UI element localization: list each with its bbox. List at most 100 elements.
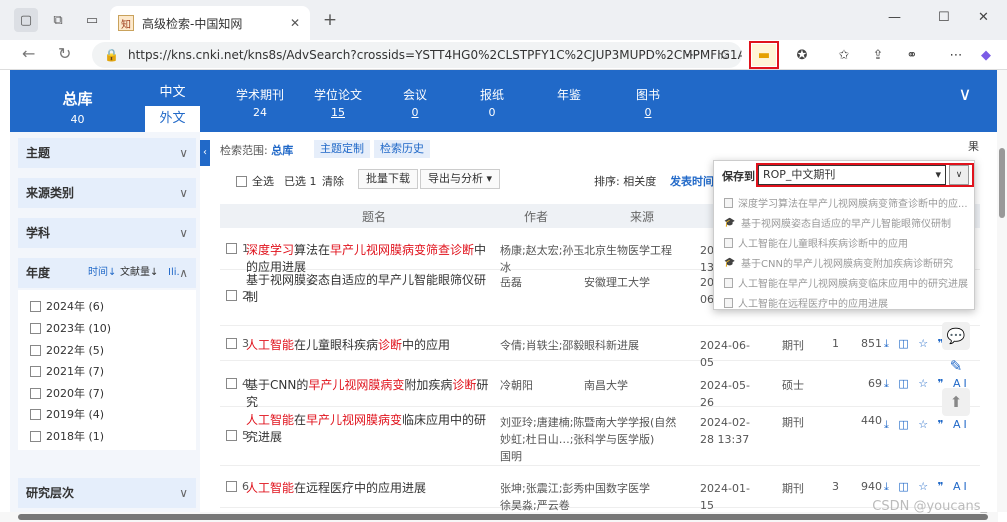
saved-item[interactable]: 人工智能在早产儿视网膜病变临床应用中的研究进展 (724, 275, 968, 290)
back-icon[interactable]: ← (22, 44, 35, 63)
table-row[interactable]: 6 人工智能在远程医疗中的应用进展 张坤;张震江;彭秀;徐昊淼;严云卷 中国数字医学 2… (220, 468, 980, 512)
paper-title-link[interactable]: 基于视网膜姿态自适应的早产儿智能眼筛仪研制 (246, 272, 496, 306)
saved-item[interactable]: 人工智能在远程医疗中的应用进展 (724, 295, 888, 310)
checkbox[interactable] (226, 243, 237, 254)
paper-title-link[interactable]: 人工智能在儿童眼科疾病诊断中的应用 (246, 337, 496, 354)
browser-tab[interactable]: 知 高级检索-中国知网 ✕ (110, 6, 310, 40)
extensions-icon[interactable]: ✪ (790, 44, 814, 66)
checkbox[interactable] (30, 365, 41, 377)
checkbox[interactable] (226, 290, 237, 301)
share-icon[interactable]: ⇪ (866, 44, 890, 66)
checkbox[interactable] (226, 430, 237, 441)
chart-icon[interactable]: Ili. (168, 258, 180, 288)
tab-books[interactable]: 图书 0 (613, 86, 683, 119)
paper-title-link[interactable]: 人工智能在远程医疗中的应用进展 (246, 480, 496, 497)
workspaces-icon[interactable]: ⧉ (46, 8, 70, 32)
profile-link-icon[interactable]: ⚭ (900, 44, 924, 66)
url-bar[interactable]: 🔒 https://kns.cnki.net/kns8s/AdvSearch?c… (92, 42, 742, 68)
tab-actions-icon[interactable]: ▭ (80, 8, 104, 32)
minimize-icon[interactable]: — (888, 10, 901, 25)
checkbox[interactable] (30, 300, 41, 312)
table-row[interactable]: 4 基于CNN的早产儿视网膜病变附加疾病诊断研究 冷朝阳 南昌大学 2024-05-26… (220, 363, 980, 409)
authors[interactable]: 冷朝阳 (500, 377, 590, 394)
saved-item[interactable]: 深度学习算法在早产儿视网膜病变筛查诊断中的应... (724, 195, 968, 210)
checkbox[interactable] (226, 378, 237, 389)
filter-subject[interactable]: 学科 ∨ (18, 218, 196, 248)
edit-pen-icon[interactable]: ✎ (942, 352, 970, 380)
more-tools-icon[interactable]: ⋯ (944, 44, 968, 66)
authors[interactable]: 刘亚玲;唐建楠;陈妙虹;杜日山…;张国明 (500, 414, 590, 465)
batch-download-button[interactable]: 批量下载 (358, 169, 418, 189)
year-option[interactable]: 2021年 (7) (30, 363, 104, 379)
feedback-icon[interactable]: 💬 (942, 322, 970, 350)
close-tab-icon[interactable]: ✕ (290, 16, 300, 30)
new-tab-button[interactable]: + (318, 8, 342, 32)
year-option[interactable]: 2020年 (7) (30, 385, 104, 401)
favorites-icon[interactable]: ✩ (832, 44, 856, 66)
year-option[interactable]: 2022年 (5) (30, 342, 104, 358)
checkbox[interactable] (30, 387, 41, 399)
vertical-scrollbar[interactable] (997, 70, 1007, 512)
expand-tabs-chevron-icon[interactable]: ∨ (950, 84, 980, 105)
table-row[interactable]: 3 人工智能在儿童眼科疾病诊断中的应用 令倩;肖轶尘;邵毅 眼科新进展 2024-06-… (220, 328, 980, 369)
copilot-icon[interactable]: ◆ (974, 44, 998, 66)
search-history-button[interactable]: 检索历史 (374, 140, 430, 158)
lang-chinese[interactable]: 中文 (145, 80, 200, 106)
year-sort-count[interactable]: 文献量↓ (120, 258, 158, 288)
download-count[interactable]: 851 (852, 337, 882, 350)
cite-count[interactable]: 1 (832, 337, 839, 350)
topic-custom-button[interactable]: 主题定制 (314, 140, 370, 158)
sort-by-date[interactable]: 发表时间 (670, 173, 714, 189)
back-to-top-icon[interactable]: ⬆ (942, 388, 970, 416)
chevron-up-icon[interactable]: ∧ (179, 258, 188, 288)
source-link[interactable]: 暨南大学学报(自然科学与医学版) (584, 414, 684, 448)
tab-newspaper[interactable]: 报纸 0 (457, 86, 527, 119)
table-row[interactable]: 5 人工智能在早产儿视网膜病变临床应用中的研究进展 刘亚玲;唐建楠;陈妙虹;杜日山…… (220, 408, 980, 466)
tab-theses[interactable]: 学位论文 15 (303, 86, 373, 119)
horizontal-scrollbar[interactable] (0, 512, 998, 522)
more-icon[interactable]: ⋯ (680, 44, 704, 66)
checkbox[interactable] (30, 344, 41, 356)
saved-item[interactable]: 人工智能在儿童眼科疾病诊断中的应用 (724, 235, 908, 250)
tab-journals[interactable]: 学术期刊 24 (225, 86, 295, 119)
tab-yearbook[interactable]: 年鉴 (534, 86, 604, 106)
clear-link[interactable]: 清除 (322, 173, 344, 189)
download-count[interactable]: 440 (852, 414, 882, 427)
filter-year[interactable]: 年度 时间↓ 文献量↓ Ili. ∧ (18, 258, 196, 288)
favorite-star-icon[interactable]: ☆ (712, 44, 736, 66)
checkbox[interactable] (30, 430, 41, 442)
checkbox[interactable] (30, 408, 41, 420)
maximize-icon[interactable]: ☐ (938, 10, 950, 25)
year-option[interactable]: 2024年 (6) (30, 298, 104, 314)
filter-source-type[interactable]: 来源类别 ∨ (18, 178, 196, 208)
saved-item[interactable]: 🎓 基于CNN的早产儿视网膜病变附加疾病诊断研究 (724, 255, 953, 271)
year-option[interactable]: 2018年 (1) (30, 428, 104, 444)
filter-topic[interactable]: 主题 ∨ (18, 138, 196, 168)
year-option[interactable]: 2023年 (10) (30, 320, 111, 336)
download-count[interactable]: 69 (852, 377, 882, 390)
checkbox[interactable] (226, 338, 237, 349)
lang-foreign[interactable]: 外文 (145, 106, 200, 132)
year-sort-time[interactable]: 时间↓ (88, 258, 116, 288)
row-actions[interactable]: ⤓ ◫ ☆ ❞ AI (884, 480, 970, 494)
checkbox[interactable] (226, 481, 237, 492)
profile-icon[interactable]: ▢ (14, 8, 38, 32)
collapse-sidebar-icon[interactable]: ‹ (200, 140, 210, 166)
row-actions[interactable]: ⤓ ◫ ☆ ❞ AI (884, 418, 970, 432)
close-window-icon[interactable]: ✕ (978, 10, 989, 25)
checkbox[interactable] (30, 322, 41, 334)
export-analyze-button[interactable]: 导出与分析 ▾ (420, 169, 501, 189)
select-all[interactable]: 全选 (236, 173, 274, 189)
source-link[interactable]: 北京生物医学工程 (584, 242, 684, 259)
authors[interactable]: 张坤;张震江;彭秀;徐昊淼;严云卷 (500, 480, 590, 514)
scroll-thumb[interactable] (18, 514, 988, 520)
tab-zongku[interactable]: 总库 40 (10, 70, 145, 132)
paper-title-link[interactable]: 基于CNN的早产儿视网膜病变附加疾病诊断研究 (246, 377, 496, 411)
saved-item[interactable]: 🎓 基于视网膜姿态自适应的早产儿智能眼筛仪研制 (724, 215, 951, 231)
paper-title-link[interactable]: 人工智能在早产儿视网膜病变临床应用中的研究进展 (246, 412, 496, 446)
filter-research-level[interactable]: 研究层次 ∨ (18, 478, 196, 508)
checkbox[interactable] (236, 175, 247, 187)
year-option[interactable]: 2019年 (4) (30, 406, 104, 422)
cite-count[interactable]: 3 (832, 480, 839, 493)
source-link[interactable]: 中国数字医学 (584, 480, 684, 497)
